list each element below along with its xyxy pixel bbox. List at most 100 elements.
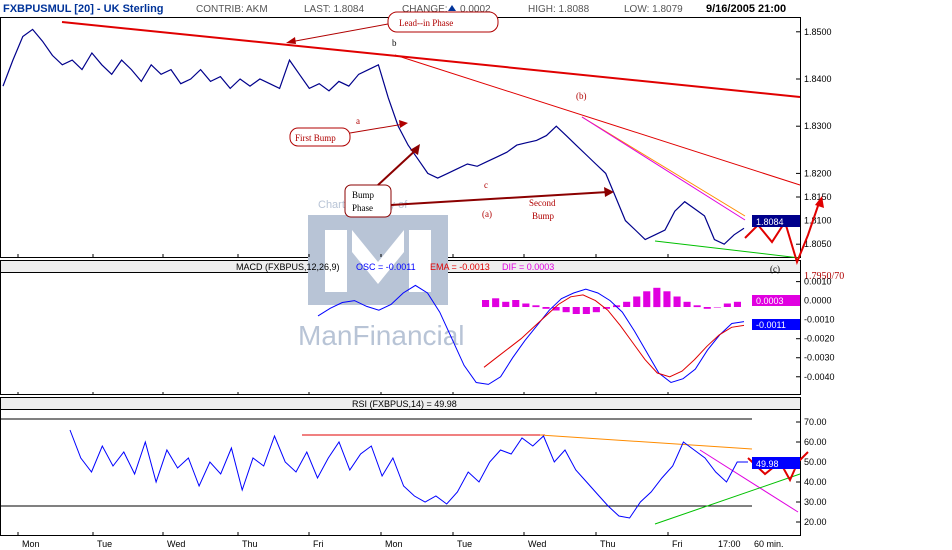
x-axis-label: Fri [313, 539, 324, 549]
magenta-trendline [581, 116, 746, 221]
first-bump-arrow-icon [399, 120, 408, 128]
price-tick-label: 1.8500 [804, 27, 832, 37]
macd-title-prefix: MACD (FXBPUS,12,26,9) [236, 262, 340, 272]
rsi-resistance-orange [539, 434, 753, 450]
macd-osc-label: OSC = -0.0011 [356, 262, 416, 272]
macd-dif-bar [633, 296, 641, 307]
x-axis-label: 17:00 [718, 539, 741, 549]
macd-dif-bar [592, 307, 600, 313]
rsi-tick-label: 50.00 [804, 457, 827, 467]
macd-dif-bar [643, 291, 651, 308]
rsi-series-line [69, 429, 748, 519]
macd-dif-bar [562, 307, 570, 313]
price-tick-label: 1.8100 [804, 216, 832, 226]
price-tick-label: 1.8050 [804, 239, 832, 249]
macd-dif-histogram [482, 287, 741, 314]
rsi-tick-label: 30.00 [804, 497, 827, 507]
x-axis-label: Wed [528, 539, 546, 549]
x-axis-label: Tue [457, 539, 472, 549]
up-arrow-icon [448, 5, 456, 11]
bump-phase-text-1: Bump [352, 190, 375, 200]
wave-c-label: c [484, 180, 488, 190]
rsi-tick-label: 60.00 [804, 437, 827, 447]
price-tick-label: 1.8200 [804, 168, 832, 178]
macd-dif-bar [713, 307, 721, 308]
lead-in-arrow-icon [286, 37, 296, 44]
macd-tick-label: 0.0010 [804, 277, 832, 287]
macd-dif-bar [653, 287, 661, 308]
macd-dif-label: DIF = 0.0003 [502, 262, 554, 272]
x-axis-label: Thu [242, 539, 258, 549]
last-label: LAST: 1.8084 [304, 4, 364, 15]
last-price-box-text: 1.8084 [756, 217, 784, 227]
macd-dif-bar [663, 291, 671, 308]
macd-tick-label: -0.0020 [804, 334, 835, 344]
lead-in-arrow [289, 23, 389, 43]
high-label: HIGH: 1.8088 [528, 4, 590, 15]
chart-svg: Charts courtesy of ManFinancial FXBPUSMU… [0, 3, 844, 549]
watermark-brand-text: ManFinancial [298, 320, 465, 351]
rsi-tick-label: 70.00 [804, 417, 827, 427]
macd-dif-bar [582, 307, 590, 314]
macd-dif-bar [723, 303, 731, 307]
bump-phase-arrow-right [390, 191, 609, 206]
wave-b-paren-label: (b) [576, 91, 587, 101]
macd-dif-bar [733, 301, 741, 307]
macd-axis: 0.0010 0.0000 -0.0010 -0.0020 -0.0030 -0.0040 [796, 277, 835, 382]
wave-c-paren-label: (c) [770, 264, 780, 274]
x-axis-label: Mon [385, 539, 403, 549]
symbol-title: FXBPUSMUL [20] - UK Sterling [3, 3, 164, 15]
price-tick-label: 1.8400 [804, 74, 832, 84]
chart-stage: Charts courtesy of ManFinancial FXBPUSMU… [0, 0, 952, 550]
x-axis-label: Mon [22, 539, 40, 549]
lead-in-trendline [61, 21, 801, 98]
macd-tick-label: -0.0030 [804, 353, 835, 363]
macd-dif-bar [492, 298, 500, 308]
macd-dif-bar [693, 305, 701, 308]
macd-ema-label: EMA = -0.0013 [430, 262, 490, 272]
macd-dif-bar [703, 307, 711, 309]
rsi-tick-label: 20.00 [804, 517, 827, 527]
orange-trendline [581, 116, 746, 217]
green-support-line [654, 240, 801, 259]
macd-dif-bar [673, 296, 681, 307]
rsi-tick-label: 40.00 [804, 477, 827, 487]
macd-tick-label: -0.0040 [804, 372, 835, 382]
macd-dif-bar [683, 301, 691, 307]
x-axis-label: Wed [167, 539, 185, 549]
price-tick-label: 1.8300 [804, 121, 832, 131]
rsi-value-box-text: 49.98 [756, 459, 779, 469]
macd-tick-label: -0.0010 [804, 315, 835, 325]
contrib-label: CONTRIB: AKM [196, 4, 268, 15]
datetime-label: 9/16/2005 21:00 [706, 3, 786, 15]
price-tick-label: 1.8150 [804, 192, 832, 202]
watermark: Charts courtesy of ManFinancial [298, 199, 465, 351]
second-bump-text-1: Second [529, 198, 556, 208]
macd-dif-bar [572, 307, 580, 314]
first-bump-text: First Bump [295, 133, 336, 143]
macd-dif-bar [623, 301, 631, 307]
bump-phase-text-2: Phase [352, 203, 373, 213]
x-axis-label: Tue [97, 539, 112, 549]
macd-tick-label: 0.0000 [804, 296, 832, 306]
x-axis-label: Fri [672, 539, 683, 549]
macd-dif-bar [502, 301, 510, 307]
lead-in-text: Lead--in Phase [399, 18, 453, 28]
man-financial-logo-icon [308, 215, 448, 305]
second-bump-text-2: Bump [532, 211, 555, 221]
macd-dif-box-text: 0.0003 [756, 296, 784, 306]
rsi-title: RSI (FXBPUS,14) = 49.98 [352, 399, 457, 409]
low-label: LOW: 1.8079 [624, 4, 683, 15]
wave-b-label: b [392, 38, 397, 48]
wave-a-paren-label: (a) [482, 209, 492, 219]
macd-dif-bar [522, 303, 530, 307]
macd-title: MACD (FXBPUS,12,26,9) OSC = -0.0011 EMA … [236, 262, 554, 272]
macd-dif-bar [542, 307, 550, 309]
bump-phase-arrow-up [377, 147, 419, 186]
x-axis-label: Thu [600, 539, 616, 549]
wave-a-label: a [356, 116, 360, 126]
macd-osc-box-text: -0.0011 [756, 320, 786, 330]
macd-dif-bar [482, 300, 490, 307]
x-axis-label: 60 min. [754, 539, 784, 549]
macd-dif-bar [532, 305, 540, 308]
